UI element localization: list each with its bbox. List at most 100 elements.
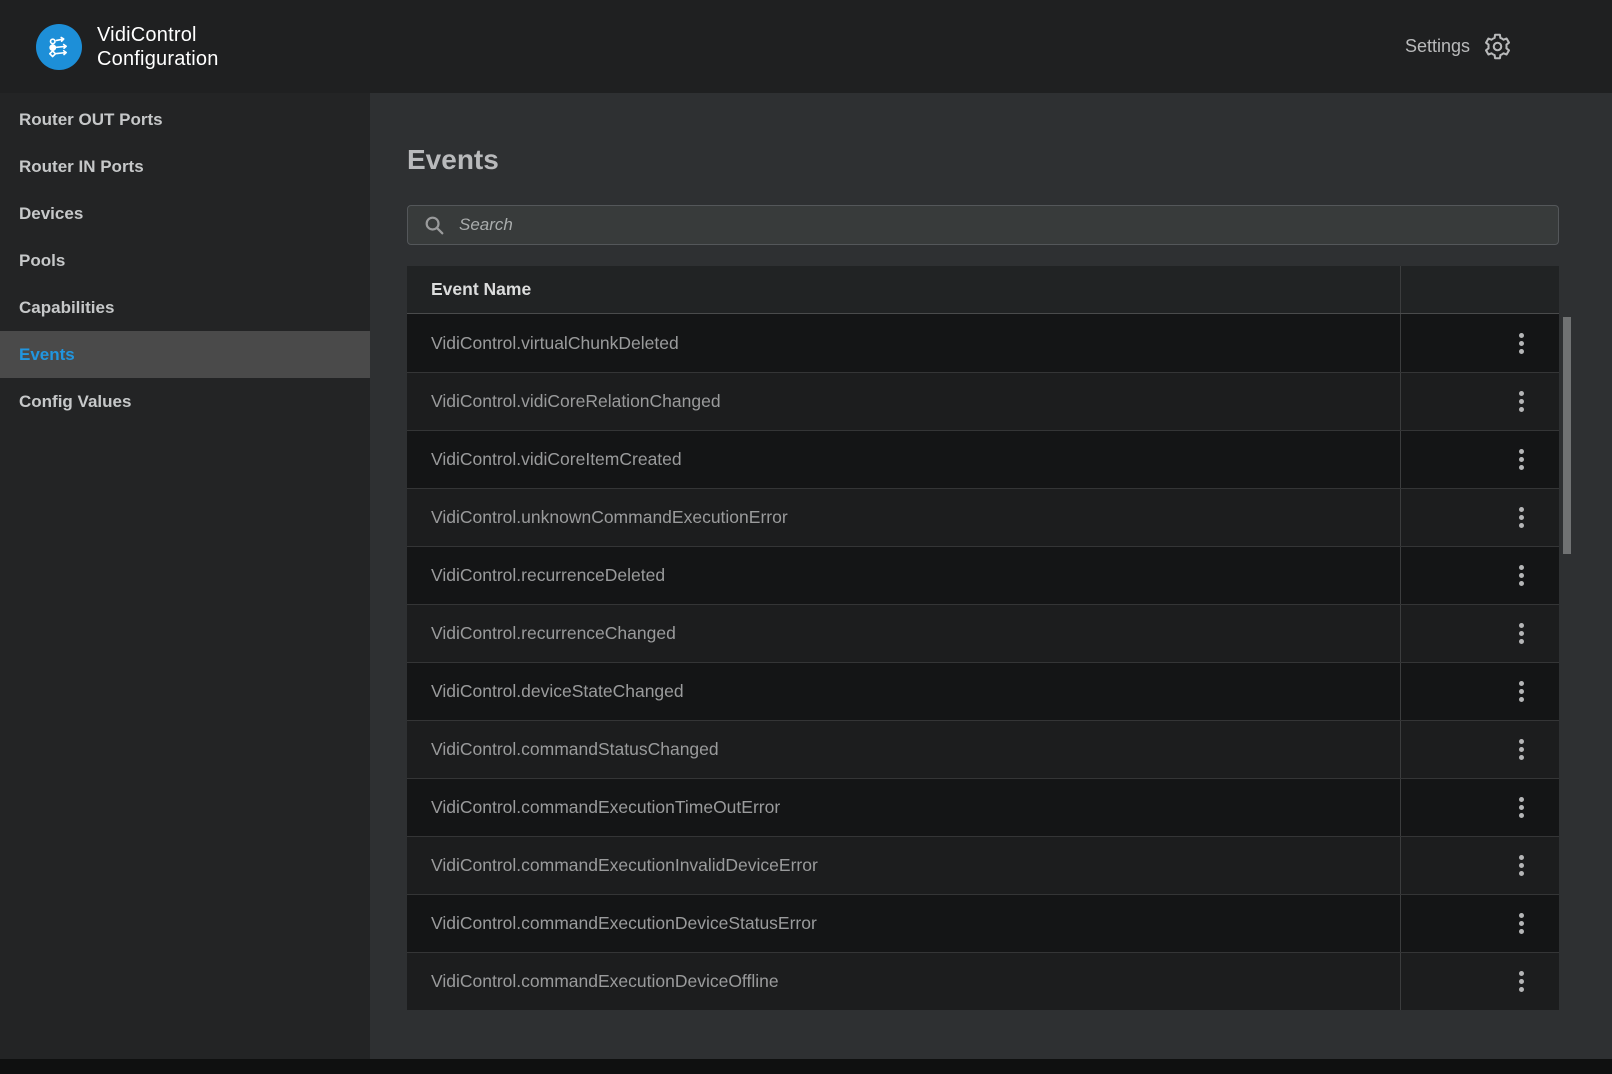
column-header-actions — [1400, 266, 1559, 313]
sidebar-item-router-out-ports[interactable]: Router OUT Ports — [0, 96, 370, 143]
app-title-line2: Configuration — [97, 47, 219, 71]
column-header-event-name: Event Name — [407, 266, 1400, 313]
row-menu-button[interactable] — [1515, 503, 1528, 532]
table-row: VidiControl.commandExecutionDeviceOfflin… — [407, 952, 1559, 1010]
search-box — [407, 205, 1559, 245]
table-row: VidiControl.vidiCoreRelationChanged — [407, 372, 1559, 430]
kebab-dot — [1519, 333, 1524, 338]
row-menu-button[interactable] — [1515, 909, 1528, 938]
table-row: VidiControl.virtualChunkDeleted — [407, 314, 1559, 372]
kebab-dot — [1519, 797, 1524, 802]
row-actions-cell — [1400, 721, 1559, 778]
app-title: VidiControl Configuration — [97, 23, 219, 71]
table-row: VidiControl.commandExecutionDeviceStatus… — [407, 894, 1559, 952]
row-menu-button[interactable] — [1515, 445, 1528, 474]
kebab-dot — [1519, 341, 1524, 346]
row-actions-cell — [1400, 953, 1559, 1010]
kebab-dot — [1519, 631, 1524, 636]
kebab-dot — [1519, 349, 1524, 354]
kebab-dot — [1519, 523, 1524, 528]
row-menu-button[interactable] — [1515, 329, 1528, 358]
kebab-dot — [1519, 457, 1524, 462]
table-row: VidiControl.unknownCommandExecutionError — [407, 488, 1559, 546]
row-actions-cell — [1400, 547, 1559, 604]
event-name-cell: VidiControl.commandStatusChanged — [407, 721, 1400, 778]
row-menu-button[interactable] — [1515, 851, 1528, 880]
vertical-scrollbar-thumb[interactable] — [1563, 317, 1571, 554]
app-title-line1: VidiControl — [97, 23, 219, 47]
table-row: VidiControl.deviceStateChanged — [407, 662, 1559, 720]
search-input[interactable] — [459, 206, 1558, 244]
page-title: Events — [407, 143, 1559, 177]
kebab-dot — [1519, 623, 1524, 628]
kebab-dot — [1519, 929, 1524, 934]
row-menu-button[interactable] — [1515, 561, 1528, 590]
kebab-dot — [1519, 565, 1524, 570]
row-menu-button[interactable] — [1515, 619, 1528, 648]
sidebar-menu: Router OUT PortsRouter IN PortsDevicesPo… — [0, 96, 370, 425]
event-name-cell: VidiControl.commandExecutionInvalidDevic… — [407, 837, 1400, 894]
search-icon — [424, 215, 445, 236]
kebab-dot — [1519, 805, 1524, 810]
kebab-dot — [1519, 871, 1524, 876]
app-brand: VidiControl Configuration — [36, 23, 219, 71]
event-name-cell: VidiControl.recurrenceChanged — [407, 605, 1400, 662]
settings-button[interactable]: Settings — [1405, 32, 1512, 61]
sidebar-item-events[interactable]: Events — [0, 331, 370, 378]
row-menu-button[interactable] — [1515, 735, 1528, 764]
row-menu-button[interactable] — [1515, 967, 1528, 996]
table-body: VidiControl.virtualChunkDeletedVidiContr… — [407, 314, 1559, 1010]
kebab-dot — [1519, 863, 1524, 868]
event-name-cell: VidiControl.deviceStateChanged — [407, 663, 1400, 720]
table-row: VidiControl.commandExecutionInvalidDevic… — [407, 836, 1559, 894]
events-table: Event Name VidiControl.virtualChunkDelet… — [407, 266, 1559, 1010]
row-menu-button[interactable] — [1515, 387, 1528, 416]
row-actions-cell — [1400, 489, 1559, 546]
kebab-dot — [1519, 407, 1524, 412]
event-name-cell: VidiControl.vidiCoreItemCreated — [407, 431, 1400, 488]
kebab-dot — [1519, 507, 1524, 512]
kebab-dot — [1519, 465, 1524, 470]
top-header-bar: VidiControl Configuration Settings — [0, 0, 1612, 93]
table-header-row: Event Name — [407, 266, 1559, 314]
kebab-dot — [1519, 581, 1524, 586]
row-actions-cell — [1400, 605, 1559, 662]
kebab-dot — [1519, 855, 1524, 860]
kebab-dot — [1519, 515, 1524, 520]
kebab-dot — [1519, 681, 1524, 686]
row-actions-cell — [1400, 431, 1559, 488]
kebab-dot — [1519, 921, 1524, 926]
table-row: VidiControl.commandExecutionTimeOutError — [407, 778, 1559, 836]
kebab-dot — [1519, 987, 1524, 992]
kebab-dot — [1519, 755, 1524, 760]
row-menu-button[interactable] — [1515, 793, 1528, 822]
kebab-dot — [1519, 689, 1524, 694]
kebab-dot — [1519, 391, 1524, 396]
event-name-cell: VidiControl.virtualChunkDeleted — [407, 314, 1400, 372]
kebab-dot — [1519, 979, 1524, 984]
row-actions-cell — [1400, 663, 1559, 720]
row-actions-cell — [1400, 779, 1559, 836]
app-logo-icon — [36, 24, 82, 70]
event-name-cell: VidiControl.unknownCommandExecutionError — [407, 489, 1400, 546]
kebab-dot — [1519, 747, 1524, 752]
table-row: VidiControl.recurrenceChanged — [407, 604, 1559, 662]
workflow-icon — [44, 32, 74, 62]
sidebar: Router OUT PortsRouter IN PortsDevicesPo… — [0, 93, 370, 1059]
sidebar-item-config-values[interactable]: Config Values — [0, 378, 370, 425]
row-menu-button[interactable] — [1515, 677, 1528, 706]
event-name-cell: VidiControl.vidiCoreRelationChanged — [407, 373, 1400, 430]
main-content: Events Event Name VidiControl.virtualChu… — [370, 93, 1612, 1059]
sidebar-item-router-in-ports[interactable]: Router IN Ports — [0, 143, 370, 190]
row-actions-cell — [1400, 895, 1559, 952]
event-name-cell: VidiControl.commandExecutionTimeOutError — [407, 779, 1400, 836]
kebab-dot — [1519, 971, 1524, 976]
sidebar-item-pools[interactable]: Pools — [0, 237, 370, 284]
kebab-dot — [1519, 813, 1524, 818]
row-actions-cell — [1400, 314, 1559, 372]
event-name-cell: VidiControl.commandExecutionDeviceStatus… — [407, 895, 1400, 952]
sidebar-item-capabilities[interactable]: Capabilities — [0, 284, 370, 331]
table-row: VidiControl.vidiCoreItemCreated — [407, 430, 1559, 488]
sidebar-item-devices[interactable]: Devices — [0, 190, 370, 237]
kebab-dot — [1519, 573, 1524, 578]
